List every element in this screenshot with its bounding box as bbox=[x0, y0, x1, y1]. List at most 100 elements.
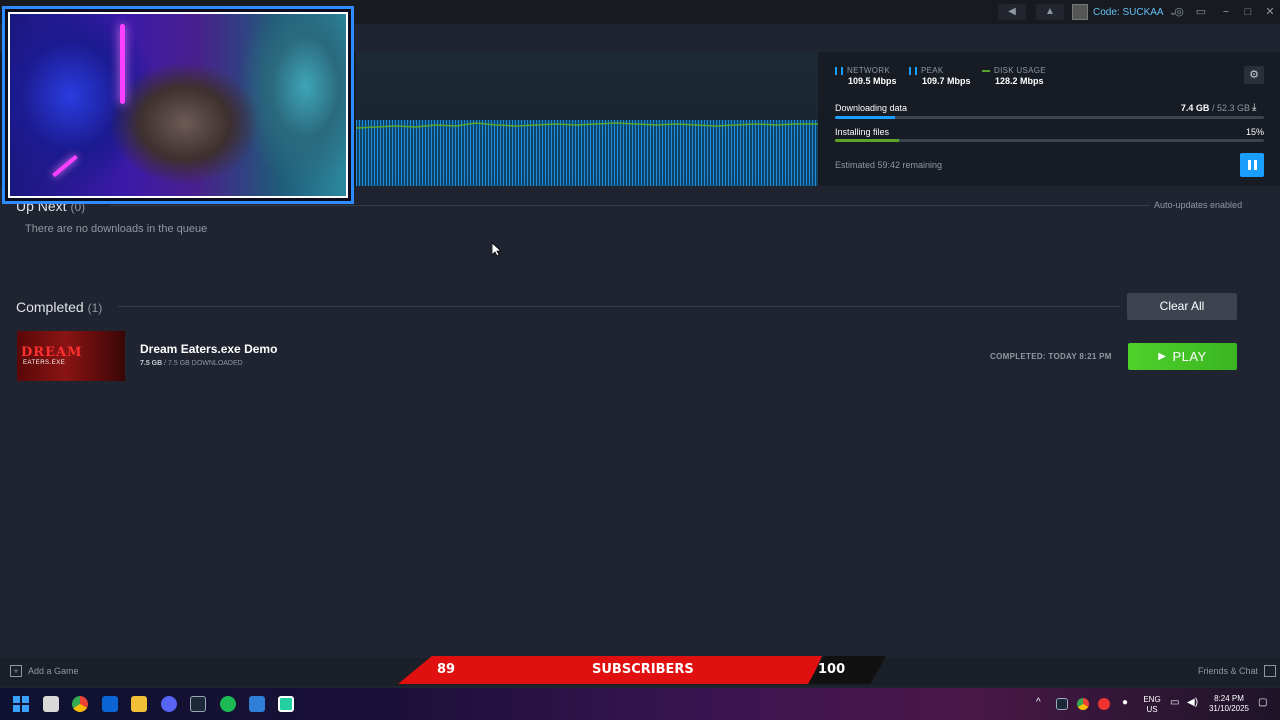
close-button[interactable]: ✕ bbox=[1261, 4, 1279, 20]
file-explorer-icon[interactable] bbox=[131, 696, 147, 712]
subscriber-current: 89 bbox=[437, 662, 456, 677]
estimated-remaining: Estimated 59:42 remaining bbox=[835, 160, 943, 170]
microphone-icon[interactable]: ● bbox=[1122, 697, 1128, 708]
settings-button[interactable]: ⚙ bbox=[1244, 66, 1264, 84]
discord-icon[interactable] bbox=[161, 696, 177, 712]
peak-label: PEAK bbox=[921, 66, 944, 75]
minimize-button[interactable]: − bbox=[1217, 4, 1235, 20]
disk-usage-line bbox=[356, 122, 818, 129]
game-size: 7.5 GB / 7.5 GB DOWNLOADED bbox=[140, 360, 243, 367]
controller-icon[interactable]: ◎ bbox=[1170, 4, 1188, 20]
download-progress-track bbox=[835, 116, 1264, 119]
subscriber-goal: 100 bbox=[818, 662, 846, 677]
download-progress-fill bbox=[835, 116, 896, 119]
stat-disk: DISK USAGE 128.2 Mbps bbox=[982, 66, 1046, 86]
install-progress-track bbox=[835, 139, 1264, 142]
outlook-icon[interactable] bbox=[102, 696, 118, 712]
tray-chrome-icon[interactable] bbox=[1077, 698, 1089, 710]
game-thumbnail[interactable]: DREAM EATERS.EXE bbox=[17, 331, 125, 381]
stat-peak: PEAK 109.7 Mbps bbox=[909, 66, 971, 86]
megaphone-icon: ◀ bbox=[1008, 6, 1016, 17]
steam-icon[interactable] bbox=[190, 696, 206, 712]
play-label: PLAY bbox=[1172, 349, 1207, 364]
installing-label: Installing files bbox=[835, 127, 890, 137]
tray-app-icon[interactable] bbox=[1098, 698, 1110, 710]
bell-icon: ▲ bbox=[1045, 6, 1055, 17]
size-done: 7.5 GB bbox=[140, 360, 163, 367]
bandwidth-graph bbox=[356, 52, 818, 186]
windows-start-icon[interactable] bbox=[13, 696, 29, 712]
language-indicator[interactable]: ENG US bbox=[1140, 695, 1164, 715]
stat-network: NETWORK 109.5 Mbps bbox=[835, 66, 897, 86]
clear-all-button[interactable]: Clear All bbox=[1127, 293, 1237, 320]
network-label: NETWORK bbox=[847, 66, 890, 75]
disk-value: 128.2 Mbps bbox=[995, 76, 1044, 86]
mouse-cursor-icon bbox=[492, 243, 502, 257]
download-icon: ⤓ bbox=[1252, 102, 1257, 113]
downloaded-value: 7.4 GB bbox=[1180, 103, 1210, 113]
subscriber-label: SUBSCRIBERS bbox=[592, 662, 694, 677]
plus-icon: + bbox=[10, 665, 22, 677]
chat-icon bbox=[1264, 665, 1277, 677]
divider bbox=[110, 205, 1150, 206]
completed-status: COMPLETED: TODAY 8:21 PM bbox=[990, 352, 1112, 361]
clock-date: 31/10/2025 bbox=[1208, 704, 1250, 713]
friends-chat-button[interactable]: Friends & Chat bbox=[1198, 665, 1277, 677]
network-icon[interactable]: ▭ bbox=[1170, 697, 1179, 708]
peak-value: 109.7 Mbps bbox=[922, 76, 971, 86]
announcements-button[interactable]: ◀ bbox=[998, 4, 1026, 20]
total-value: 52.3 GB bbox=[1216, 103, 1250, 113]
pause-icon-bar bbox=[1253, 160, 1257, 170]
notification-center-icon[interactable]: ▢ bbox=[1258, 697, 1267, 708]
chrome-icon[interactable] bbox=[72, 696, 88, 712]
downloading-label: Downloading data bbox=[835, 103, 908, 113]
clock-time: 8:24 PM bbox=[1214, 694, 1244, 703]
neon-light-low bbox=[52, 154, 78, 178]
friends-chat-label: Friends & Chat bbox=[1198, 666, 1259, 676]
tray-chevron-icon[interactable]: ^ bbox=[1036, 697, 1041, 708]
lang-bottom: US bbox=[1146, 705, 1158, 714]
completed-heading: Completed (1) bbox=[16, 299, 102, 315]
download-amount: 7.4 GB / 52.3 GB bbox=[1180, 103, 1250, 113]
avatar bbox=[1072, 4, 1088, 20]
disk-line-icon bbox=[982, 69, 990, 72]
store-icon[interactable] bbox=[43, 696, 59, 712]
divider bbox=[118, 306, 1120, 307]
spotify-icon[interactable] bbox=[220, 696, 236, 712]
user-menu[interactable]: Code: SUCKAA ⌄ bbox=[1072, 4, 1177, 20]
install-progress-fill bbox=[835, 139, 900, 142]
webcam-feed bbox=[8, 12, 348, 198]
network-bars-icon bbox=[835, 66, 843, 75]
neon-light bbox=[120, 24, 125, 104]
game-title[interactable]: Dream Eaters.exe Demo bbox=[140, 342, 277, 356]
play-button[interactable]: ▶ PLAY bbox=[1128, 343, 1237, 370]
add-game-button[interactable]: + Add a Game bbox=[10, 665, 79, 677]
installing-percent: 15% bbox=[1245, 127, 1264, 137]
app-icon[interactable] bbox=[249, 696, 265, 712]
pause-button[interactable] bbox=[1240, 153, 1264, 177]
network-value: 109.5 Mbps bbox=[848, 76, 897, 86]
notifications-button[interactable]: ▲ bbox=[1036, 4, 1064, 20]
queue-empty-text: There are no downloads in the queue bbox=[25, 223, 208, 235]
completed-count: (1) bbox=[87, 301, 103, 315]
maximize-button[interactable]: □ bbox=[1239, 4, 1257, 20]
clock[interactable]: 8:24 PM 31/10/2025 bbox=[1204, 694, 1254, 714]
size-total: / 7.5 GB DOWNLOADED bbox=[164, 360, 243, 367]
webcam-overlay bbox=[2, 6, 354, 204]
user-name: Code: SUCKAA bbox=[1093, 6, 1164, 18]
tray-steam-icon[interactable] bbox=[1056, 698, 1068, 710]
monitor-icon[interactable]: ▭ bbox=[1192, 4, 1210, 20]
disk-label: DISK USAGE bbox=[994, 66, 1046, 75]
auto-updates-status: Auto-updates enabled bbox=[1154, 200, 1243, 210]
thumb-subtitle: EATERS.EXE bbox=[23, 360, 66, 366]
play-icon: ▶ bbox=[1158, 351, 1167, 362]
pause-icon bbox=[1247, 160, 1251, 170]
gear-icon: ⚙ bbox=[1249, 69, 1259, 81]
add-game-label: Add a Game bbox=[28, 666, 79, 676]
completed-title: Completed bbox=[16, 299, 84, 315]
peak-bars-icon bbox=[909, 66, 917, 75]
lang-top: ENG bbox=[1143, 695, 1161, 704]
thumb-title: DREAM bbox=[21, 345, 83, 360]
active-app-icon[interactable] bbox=[278, 696, 294, 712]
volume-icon[interactable]: ◀) bbox=[1187, 697, 1198, 708]
